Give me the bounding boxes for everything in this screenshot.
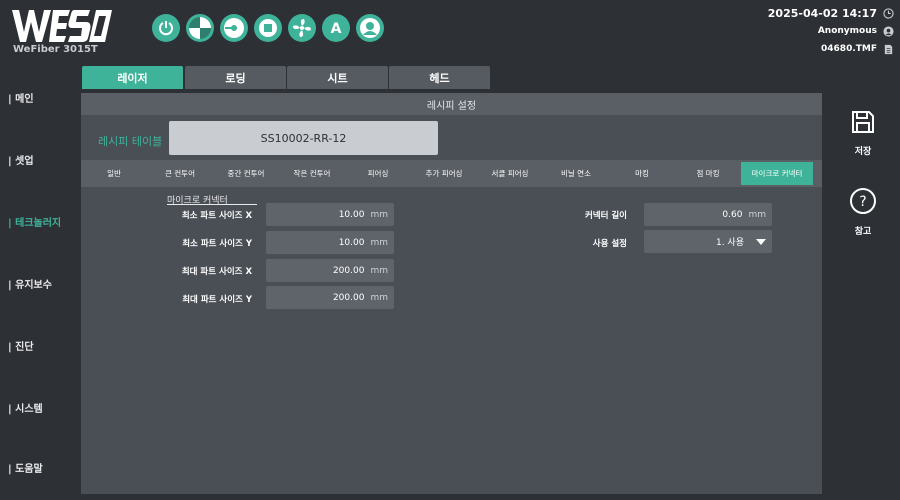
chevron-down-icon	[756, 238, 766, 245]
usage-setting-select[interactable]: 1. 사용	[644, 230, 772, 253]
recipe-table-label: 레시피 테이블	[98, 135, 163, 148]
datetime: 2025-04-02 14:17	[767, 6, 877, 20]
subtab-vinyl-burn[interactable]: 비닐 연소	[543, 162, 609, 185]
power-icon	[159, 21, 173, 36]
field-unit: mm	[370, 237, 388, 248]
status-area: 2025-04-02 14:17 Anonymous 04680.TMF	[768, 4, 894, 58]
file-icon	[884, 44, 893, 54]
field-unit: mm	[370, 265, 388, 276]
subtab-extra-piercing[interactable]: 추가 피어싱	[411, 162, 477, 185]
nav-item-help[interactable]: | 도움말	[8, 460, 43, 475]
max-part-size-x-label: 최대 파트 사이즈 X	[181, 267, 252, 277]
select-value: 1. 사용	[715, 238, 744, 248]
svg-text:?: ?	[859, 194, 866, 210]
tab-sheet[interactable]: 시트	[287, 66, 388, 89]
subtab-micro-connector[interactable]: 마이크로 커넥터	[741, 162, 813, 185]
nav-item-maintenance[interactable]: | 유지보수	[8, 276, 52, 291]
min-part-size-y-field[interactable]: 10.00 mm	[266, 231, 394, 254]
recipe-panel: 레시피 설정 레시피 테이블 SS10002-RR-12 일반 큰 컨투어 중간…	[81, 93, 822, 494]
panel-title: 레시피 설정	[81, 93, 822, 115]
svg-text:A: A	[331, 21, 342, 37]
max-part-size-y-label: 최대 파트 사이즈 Y	[182, 295, 252, 305]
machine-model: WeFiber 3015T	[13, 44, 98, 55]
fan-icon	[293, 19, 311, 37]
question-icon: ?	[850, 188, 876, 214]
plug-button[interactable]	[220, 14, 248, 42]
field-unit: mm	[370, 209, 388, 220]
usage-setting-label: 사용 설정	[592, 239, 627, 249]
toolbar: A	[152, 14, 384, 42]
subtab-piercing[interactable]: 피어싱	[345, 162, 411, 185]
min-part-size-x-field[interactable]: 10.00 mm	[266, 203, 394, 226]
nav-item-diagnostics[interactable]: | 진단	[8, 338, 34, 353]
pie-icon	[189, 17, 211, 39]
save-label: 저장	[854, 147, 872, 157]
tab-loading[interactable]: 로딩	[185, 66, 286, 89]
fan-button[interactable]	[288, 14, 316, 42]
max-part-size-y-field[interactable]: 200.00 mm	[266, 286, 394, 309]
nav-item-system[interactable]: | 시스템	[8, 400, 43, 415]
help-label: 참고	[854, 227, 872, 237]
plug-icon	[224, 18, 244, 38]
field-value: 0.60	[722, 209, 743, 220]
user-button[interactable]	[356, 14, 384, 42]
field-value: 10.00	[338, 209, 365, 220]
clock-icon	[883, 7, 894, 19]
max-part-size-x-field[interactable]: 200.00 mm	[266, 259, 394, 282]
connector-length-field[interactable]: 0.60 mm	[644, 203, 772, 226]
subtab-bar: 일반 큰 컨투어 중간 컨투어 작은 컨투어 피어싱 추가 피어싱 서클 피어싱…	[81, 160, 822, 187]
subtab-marking[interactable]: 마킹	[609, 162, 675, 185]
field-value: 10.00	[338, 237, 365, 248]
recipe-table-selector[interactable]: SS10002-RR-12	[169, 121, 438, 155]
field-value: 200.00	[332, 292, 365, 303]
subtab-small-contour[interactable]: 작은 컨투어	[279, 162, 345, 185]
current-file: 04680.TMF	[821, 44, 877, 54]
nav-item-main[interactable]: | 메인	[8, 90, 34, 105]
min-part-size-y-label: 최소 파트 사이즈 Y	[182, 239, 252, 249]
subtab-general[interactable]: 일반	[81, 162, 147, 185]
subtab-large-contour[interactable]: 큰 컨투어	[147, 162, 213, 185]
stop-button[interactable]	[254, 14, 282, 42]
power-button[interactable]	[152, 14, 180, 42]
auto-button[interactable]: A	[322, 14, 350, 42]
tab-laser[interactable]: 레이저	[82, 66, 183, 89]
shutter-button[interactable]	[186, 14, 214, 42]
help-button[interactable]: ? 참고	[840, 188, 886, 237]
field-unit: mm	[748, 209, 766, 220]
current-user: Anonymous	[817, 26, 877, 36]
user-icon	[360, 18, 380, 38]
connector-length-label: 커넥터 길이	[584, 211, 627, 221]
tab-head[interactable]: 헤드	[389, 66, 490, 89]
subtab-circle-piercing[interactable]: 서클 피어싱	[477, 162, 543, 185]
stop-icon	[259, 19, 277, 37]
field-value: 200.00	[332, 265, 365, 276]
section-divider	[167, 204, 257, 205]
min-part-size-x-label: 최소 파트 사이즈 X	[181, 211, 252, 221]
subtab-dot-marking[interactable]: 점 마킹	[675, 162, 741, 185]
nav-item-setup[interactable]: | 셋업	[8, 152, 34, 167]
save-button[interactable]: 저장	[840, 110, 886, 157]
a-icon: A	[331, 21, 342, 37]
subtab-medium-contour[interactable]: 중간 컨투어	[213, 162, 279, 185]
user-small-icon	[883, 25, 894, 37]
field-unit: mm	[370, 292, 388, 303]
save-icon	[852, 111, 874, 133]
nav-item-technology[interactable]: | 테크놀러지	[8, 214, 61, 229]
